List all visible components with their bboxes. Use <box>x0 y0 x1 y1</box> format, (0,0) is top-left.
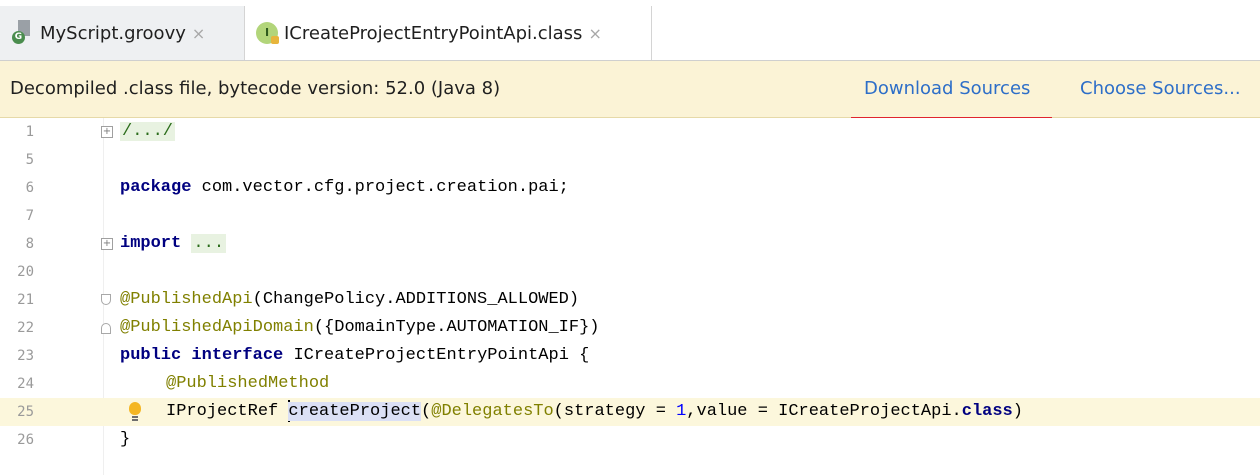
fold-end-icon[interactable] <box>101 323 111 334</box>
current-code-line: 25 IProjectRef createProject(@DelegatesT… <box>0 398 1260 426</box>
line-number: 1 <box>25 124 34 140</box>
tab-myscript-groovy[interactable]: G MyScript.groovy × <box>0 6 245 60</box>
code-text: /.../ <box>120 118 176 146</box>
choose-sources-link[interactable]: Choose Sources... <box>1080 61 1241 117</box>
tab-label: ICreateProjectEntryPointApi.class <box>284 22 583 44</box>
editor-tab-bar: G MyScript.groovy × I ICreateProjectEntr… <box>0 0 1260 61</box>
keyword-import: import <box>120 234 182 253</box>
line-number: 24 <box>17 376 34 392</box>
line-number: 6 <box>25 180 34 196</box>
keyword-package: package <box>120 178 192 197</box>
line-number: 21 <box>17 292 34 308</box>
open-paren: ( <box>421 402 432 421</box>
code-text: @PublishedApiDomain({DomainType.AUTOMATI… <box>120 314 600 342</box>
code-text: public interface ICreateProjectEntryPoin… <box>120 342 589 370</box>
line-number: 5 <box>25 152 34 168</box>
code-line: 20 <box>0 258 1260 286</box>
interface-class-icon: I <box>256 22 279 44</box>
line-number: 23 <box>17 348 34 364</box>
code-line: 21 @PublishedApi(ChangePolicy.ADDITIONS_… <box>0 286 1260 314</box>
collapsed-imports-fold[interactable]: ... <box>191 234 227 253</box>
close-icon[interactable]: × <box>588 24 601 43</box>
banner-message: Decompiled .class file, bytecode version… <box>10 78 501 99</box>
code-line: 6 package com.vector.cfg.project.creatio… <box>0 174 1260 202</box>
annotation-args: (ChangePolicy.ADDITIONS_ALLOWED) <box>252 290 580 309</box>
annotation-delegatesto: @DelegatesTo <box>431 402 554 421</box>
lightbulb-icon[interactable] <box>128 400 142 424</box>
number-literal: 1 <box>676 402 687 421</box>
code-line: 1 + /.../ <box>0 118 1260 146</box>
code-line: 23 public interface ICreateProjectEntryP… <box>0 342 1260 370</box>
annotation-publishedapi: @PublishedApi <box>120 290 253 309</box>
code-text: import ... <box>120 230 227 258</box>
args-text: ,value = ICreateProjectApi. <box>686 402 962 421</box>
code-line: 8 + import ... <box>0 230 1260 258</box>
code-editor[interactable]: 1 + /.../ 5 6 package com.vector.cfg.pro… <box>0 118 1260 475</box>
annotation-publishedmethod: @PublishedMethod <box>166 374 330 393</box>
keyword-interface: interface <box>191 346 284 365</box>
args-text: (strategy = <box>553 402 677 421</box>
keyword-public: public <box>120 346 182 365</box>
line-number: 25 <box>17 404 34 420</box>
line-number: 20 <box>17 264 34 280</box>
fold-collapse-icon[interactable] <box>101 294 111 305</box>
code-text: } <box>120 426 130 454</box>
return-type: IProjectRef <box>166 402 289 421</box>
decompiled-notification-banner: Decompiled .class file, bytecode version… <box>0 61 1260 171</box>
code-line: 26 } <box>0 426 1260 454</box>
tab-icreateprojectentrypointapi-class[interactable]: I ICreateProjectEntryPointApi.class × <box>246 6 652 60</box>
code-text: package com.vector.cfg.project.creation.… <box>120 174 569 202</box>
close-icon[interactable]: × <box>192 24 205 43</box>
line-number: 8 <box>25 236 34 252</box>
code-line: 22 @PublishedApiDomain({DomainType.AUTOM… <box>0 314 1260 342</box>
package-name: com.vector.cfg.project.creation.pai; <box>191 178 569 197</box>
method-name-highlighted: createProject <box>288 402 422 421</box>
groovy-file-icon: G <box>12 20 32 46</box>
interface-name: ICreateProjectEntryPointApi { <box>283 346 590 365</box>
fold-expand-icon[interactable]: + <box>101 238 113 250</box>
line-number: 7 <box>25 208 34 224</box>
code-text: @PublishedApi(ChangePolicy.ADDITIONS_ALL… <box>120 286 579 314</box>
line-number: 26 <box>17 432 34 448</box>
code-line: 5 <box>0 146 1260 174</box>
keyword-class: class <box>961 402 1013 421</box>
code-text: IProjectRef createProject(@DelegatesTo(s… <box>166 398 1023 426</box>
download-sources-link[interactable]: Download Sources <box>864 61 1030 117</box>
tab-label: MyScript.groovy <box>40 22 186 44</box>
annotation-publishedapidomain: @PublishedApiDomain <box>120 318 314 337</box>
code-text: @PublishedMethod <box>166 370 329 398</box>
collapsed-header-fold[interactable]: /.../ <box>120 122 176 141</box>
closing-brace: } <box>120 430 131 449</box>
args-text: ) <box>1012 402 1023 421</box>
code-line: 7 <box>0 202 1260 230</box>
fold-expand-icon[interactable]: + <box>101 126 113 138</box>
line-number: 22 <box>17 320 34 336</box>
annotation-args: ({DomainType.AUTOMATION_IF}) <box>313 318 600 337</box>
code-line: 24 @PublishedMethod <box>0 370 1260 398</box>
